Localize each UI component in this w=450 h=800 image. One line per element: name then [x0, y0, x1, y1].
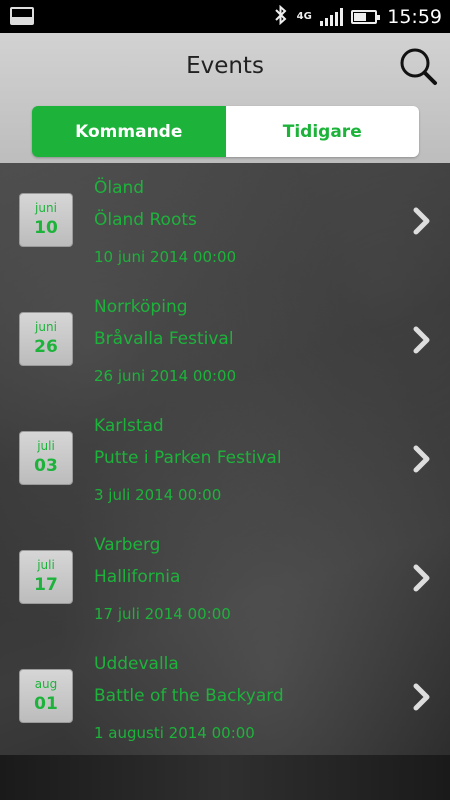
date-month: juli — [37, 558, 55, 572]
date-badge: aug 01 — [19, 669, 73, 723]
date-day: 17 — [34, 575, 58, 595]
date-month: juni — [35, 320, 57, 334]
list-item[interactable]: juni 10 Öland Öland Roots 10 juni 2014 0… — [0, 163, 450, 281]
page-title: Events — [186, 53, 264, 79]
app-header: Events Kommande Tidigare — [0, 33, 450, 163]
search-button[interactable] — [398, 46, 438, 86]
event-datetime: 1 augusti 2014 00:00 — [94, 724, 255, 742]
date-badge: juni 10 — [19, 193, 73, 247]
date-badge: juli 17 — [19, 550, 73, 604]
network-type-indicator: 4G — [296, 11, 312, 22]
list-item[interactable]: juli 03 Karlstad Putte i Parken Festival… — [0, 401, 450, 519]
date-badge: juli 03 — [19, 431, 73, 485]
date-month: juni — [35, 201, 57, 215]
event-name: Bråvalla Festival — [94, 329, 234, 349]
bottom-background — [0, 755, 450, 800]
status-clock: 15:59 — [387, 5, 442, 28]
event-city: Norrköping — [94, 297, 188, 317]
bluetooth-icon — [274, 4, 288, 29]
event-name: Battle of the Backyard — [94, 686, 284, 706]
event-city: Öland — [94, 178, 145, 198]
event-name: Putte i Parken Festival — [94, 448, 282, 468]
event-name: Hallifornia — [94, 567, 181, 587]
signal-strength-icon — [320, 7, 344, 26]
event-city: Uddevalla — [94, 654, 179, 674]
event-tabs: Kommande Tidigare — [32, 106, 419, 157]
search-icon — [400, 48, 437, 85]
list-item[interactable]: juni 26 Norrköping Bråvalla Festival 26 … — [0, 282, 450, 400]
chevron-right-icon — [413, 445, 430, 473]
status-bar: 4G 15:59 — [0, 0, 450, 33]
battery-icon — [351, 9, 381, 24]
event-datetime: 10 juni 2014 00:00 — [94, 248, 237, 266]
date-day: 10 — [34, 218, 58, 238]
list-item[interactable]: juli 17 Varberg Hallifornia 17 juli 2014… — [0, 520, 450, 638]
date-badge: juni 26 — [19, 312, 73, 366]
event-city: Karlstad — [94, 416, 164, 436]
date-day: 03 — [34, 456, 58, 476]
chevron-right-icon — [413, 564, 430, 592]
event-datetime: 3 juli 2014 00:00 — [94, 486, 222, 504]
event-datetime: 17 juli 2014 00:00 — [94, 605, 231, 623]
event-list[interactable]: juni 10 Öland Öland Roots 10 juni 2014 0… — [0, 163, 450, 755]
date-day: 01 — [34, 694, 58, 714]
date-month: juli — [37, 439, 55, 453]
tab-upcoming[interactable]: Kommande — [32, 106, 226, 157]
tab-past[interactable]: Tidigare — [225, 106, 419, 157]
chevron-right-icon — [413, 326, 430, 354]
event-name: Öland Roots — [94, 210, 197, 230]
chevron-right-icon — [413, 207, 430, 235]
event-city: Varberg — [94, 535, 161, 555]
date-month: aug — [34, 677, 58, 691]
list-item[interactable]: aug 01 Uddevalla Battle of the Backyard … — [0, 639, 450, 757]
image-notification-icon — [10, 7, 34, 25]
date-day: 26 — [34, 337, 58, 357]
event-datetime: 26 juni 2014 00:00 — [94, 367, 237, 385]
chevron-right-icon — [413, 683, 430, 711]
